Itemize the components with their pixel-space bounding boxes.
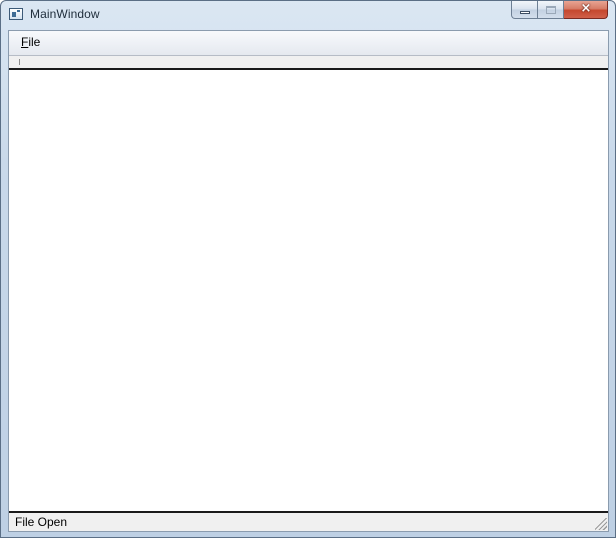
resize-grip-icon[interactable] xyxy=(595,518,607,530)
title-bar[interactable]: MainWindow × xyxy=(1,1,615,29)
status-bar: File Open xyxy=(9,513,608,531)
maximize-button[interactable] xyxy=(538,1,564,19)
app-window-icon[interactable] xyxy=(9,8,23,20)
menu-bar: File xyxy=(9,31,608,56)
menu-file[interactable]: File xyxy=(15,33,46,52)
close-button[interactable]: × xyxy=(564,1,608,19)
document-area[interactable] xyxy=(9,70,608,511)
caption-buttons: × xyxy=(511,1,608,20)
minimize-button[interactable] xyxy=(511,1,538,19)
menu-file-label: ile xyxy=(28,35,41,49)
toolbar-grip-icon[interactable] xyxy=(19,59,20,65)
minimize-icon xyxy=(520,11,530,14)
client-area: File File Open xyxy=(8,30,609,532)
close-icon: × xyxy=(580,1,592,16)
toolbar xyxy=(9,56,608,68)
window-title: MainWindow xyxy=(30,7,100,21)
maximize-icon xyxy=(546,6,556,14)
status-text: File Open xyxy=(15,515,68,529)
main-window: MainWindow × File File Open xyxy=(0,0,616,538)
